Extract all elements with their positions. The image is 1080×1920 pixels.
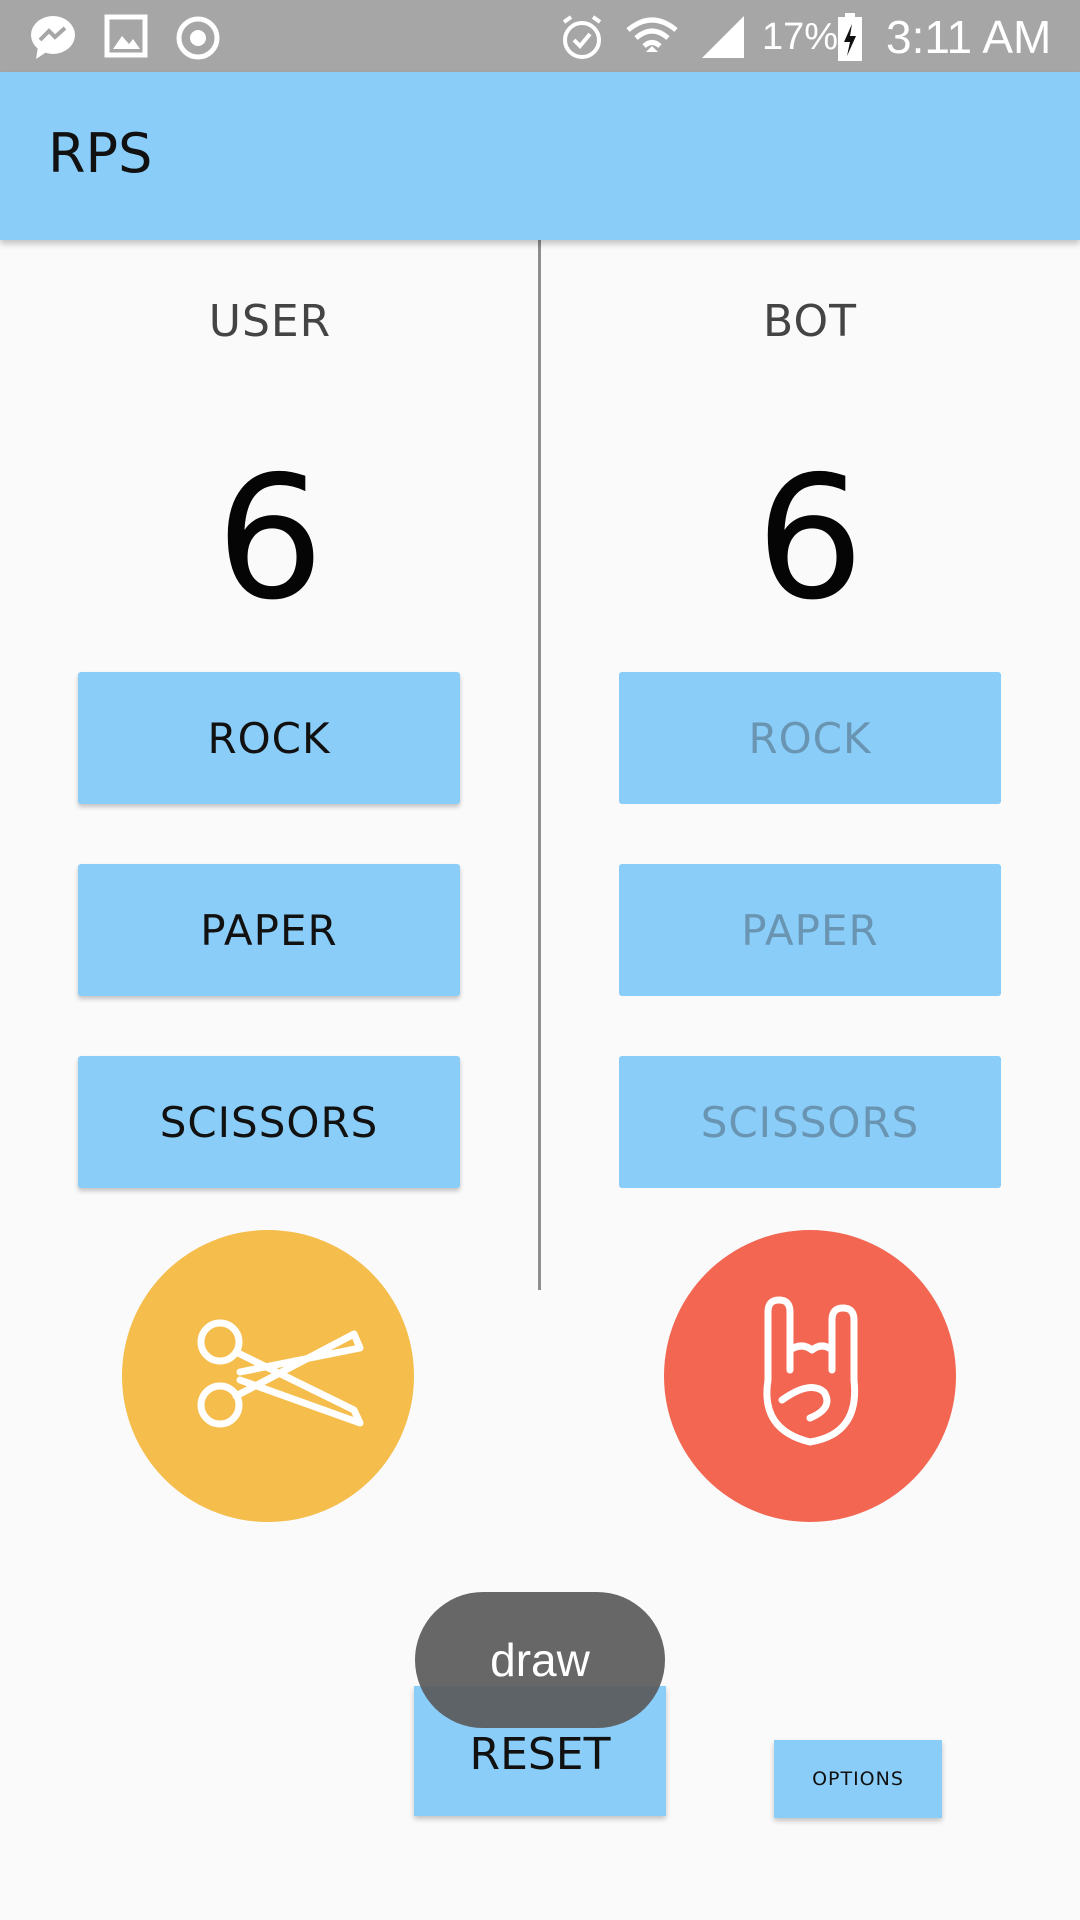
bot-scissors-button: SCISSORS <box>619 1056 1001 1188</box>
bot-label: BOT <box>763 296 857 347</box>
app-title: RPS <box>48 122 153 185</box>
battery-charging-icon <box>836 12 864 66</box>
bot-choice-badge <box>664 1230 956 1522</box>
user-scissors-button[interactable]: SCISSORS <box>78 1056 460 1188</box>
user-score: 6 <box>215 440 325 638</box>
scissors-icon <box>197 1319 364 1428</box>
bot-rock-button: ROCK <box>619 672 1001 804</box>
wifi-icon <box>624 14 680 66</box>
battery-percent: 17% <box>762 16 839 58</box>
gallery-icon <box>104 14 148 62</box>
result-toast: draw <box>415 1592 665 1728</box>
sync-icon <box>174 14 222 66</box>
signal-icon <box>698 14 748 64</box>
rock-hand-icon <box>763 1296 859 1446</box>
app-bar: RPS <box>0 72 1080 240</box>
bot-paper-button: PAPER <box>619 864 1001 996</box>
user-rock-button[interactable]: ROCK <box>78 672 460 804</box>
user-label: USER <box>208 296 332 347</box>
bot-score: 6 <box>755 440 865 638</box>
user-paper-button[interactable]: PAPER <box>78 864 460 996</box>
messenger-icon <box>28 14 78 64</box>
options-button[interactable]: OPTIONS <box>774 1740 942 1818</box>
user-choice-badge <box>122 1230 414 1522</box>
status-bar: 17% 3:11 AM <box>0 0 1080 72</box>
alarm-icon <box>558 14 606 66</box>
column-divider <box>538 240 541 1290</box>
status-time: 3:11 AM <box>886 11 1052 63</box>
